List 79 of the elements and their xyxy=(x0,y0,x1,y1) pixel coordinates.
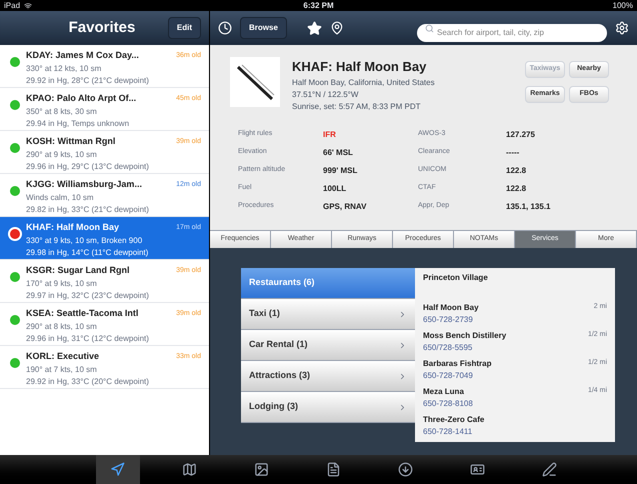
phone-link[interactable]: 650/728-5595 xyxy=(423,342,506,354)
wifi-icon xyxy=(24,2,32,10)
detail-value: 122.8 xyxy=(506,182,528,194)
place-name: Half Moon Bay xyxy=(423,302,479,314)
service-category[interactable]: Lodging (3) xyxy=(241,392,415,423)
document-icon xyxy=(326,462,341,477)
star-icon[interactable] xyxy=(306,20,322,36)
service-category[interactable]: Attractions (3) xyxy=(241,361,415,392)
chevron-icon xyxy=(398,310,407,318)
search-icon xyxy=(425,24,434,32)
airport-name: KOSH: Wittman Rgnl xyxy=(26,135,116,148)
history-icon[interactable] xyxy=(218,21,232,35)
airport-name: KJGG: Williamsburg-Jam... xyxy=(26,178,142,191)
detail-value: 100LL xyxy=(323,182,348,194)
place-name: Meza Luna xyxy=(423,386,465,398)
detail-value: ----- xyxy=(506,146,520,158)
battery-level: 100% xyxy=(612,0,633,12)
airport-name: KDAY: James M Cox Day... xyxy=(26,49,139,62)
image-icon xyxy=(254,462,269,477)
place-name: Princeton Village xyxy=(423,272,488,284)
wind-summary: 330° at 9 kts, 10 sm, Broken 900 xyxy=(26,234,144,246)
pressure-summary: 29.94 in Hg, Temps unknown xyxy=(26,118,130,130)
pressure-summary: 29.98 in Hg, 14°C (11°C dewpoint) xyxy=(26,246,150,258)
browse-button[interactable]: Browse xyxy=(240,17,287,39)
pin-icon[interactable] xyxy=(330,21,344,35)
wind-summary: 190° at 7 kts, 10 sm xyxy=(26,364,98,376)
pressure-summary: 29.96 in Hg, 31°C (12°C dewpoint) xyxy=(26,332,150,344)
chevron-icon xyxy=(398,372,407,380)
clock-time: 6:32 PM xyxy=(303,0,334,12)
device-name: iPad xyxy=(4,0,20,12)
phone-link[interactable]: 650-728-7049 xyxy=(423,370,492,382)
airport-coordinates: 37.51°N / 122.5°W xyxy=(292,88,360,100)
favorites-title: Favorites xyxy=(68,18,136,38)
airport-location: Half Moon Bay, California, United States xyxy=(292,76,436,88)
wind-summary: 170° at 9 kts, 10 sm xyxy=(26,278,98,290)
detail-value: 999' MSL xyxy=(323,164,358,176)
pressure-summary: 29.96 in Hg, 29°C (13°C dewpoint) xyxy=(26,160,150,172)
map-icon xyxy=(182,462,197,477)
place-name: Three-Zero Cafe xyxy=(423,414,484,426)
chevron-icon xyxy=(398,402,407,412)
airport-name: KSEA: Seattle-Tacoma Intl xyxy=(26,307,138,320)
service-category[interactable]: Taxi (1) xyxy=(241,299,415,330)
id-card-icon xyxy=(470,462,485,477)
pressure-summary: 29.97 in Hg, 32°C (23°C dewpoint) xyxy=(26,290,150,302)
wind-summary: 290° at 9 kts, 10 sm xyxy=(26,148,98,160)
pressure-summary: 29.82 in Hg, 33°C (21°C dewpoint) xyxy=(26,204,150,216)
wind-summary: Winds calm, 10 sm xyxy=(26,192,95,204)
place-name: Moss Bench Distillery xyxy=(423,330,506,342)
settings-icon[interactable] xyxy=(615,21,629,35)
detail-value: GPS, RNAV xyxy=(323,200,368,212)
wind-summary: 350° at 8 kts, 30 sm xyxy=(26,106,98,118)
navigation-icon xyxy=(110,462,125,477)
download-icon xyxy=(398,462,413,477)
airport-name: KHAF: Half Moon Bay xyxy=(26,221,119,234)
sunrise-sunset: Sunrise, set: 5:57 AM, 8:33 PM PDT xyxy=(292,100,422,112)
airport-title: KHAF: Half Moon Bay xyxy=(292,58,428,76)
detail-value: 66' MSL xyxy=(323,146,354,158)
wind-summary: 330° at 12 kts, 10 sm xyxy=(26,62,102,74)
chevron-icon xyxy=(398,340,407,350)
pen-icon xyxy=(542,462,557,477)
tab-bar-item[interactable] xyxy=(96,455,140,484)
airport-name: KSGR: Sugar Land Rgnl xyxy=(26,264,130,277)
phone-link[interactable]: 650-728-1411 xyxy=(423,426,484,438)
place-name: Barbaras Fishtrap xyxy=(423,358,492,370)
airport-name: KPAO: Palo Alto Arpt Of... xyxy=(26,92,136,105)
detail-value: 122.8 xyxy=(506,164,528,176)
phone-link[interactable]: 650-728-2739 xyxy=(423,314,479,326)
detail-value: IFR xyxy=(323,128,337,140)
service-category[interactable]: Car Rental (1) xyxy=(241,330,415,361)
airport-name: KORL: Executive xyxy=(26,350,100,363)
pressure-summary: 29.92 in Hg, 28°C (21°C dewpoint) xyxy=(26,74,150,86)
edit-button[interactable]: Edit xyxy=(168,17,201,39)
phone-link[interactable]: 650-728-8108 xyxy=(423,398,473,410)
wind-summary: 290° at 8 kts, 10 sm xyxy=(26,320,98,332)
runway-diagram xyxy=(230,57,280,107)
pressure-summary: 29.92 in Hg, 33°C (20°C dewpoint) xyxy=(26,376,150,388)
detail-value: 127.275 xyxy=(506,128,536,140)
detail-value: 135.1, 135.1 xyxy=(506,200,552,212)
search-field[interactable]: Search for airport, tail, city, zip xyxy=(417,24,607,42)
